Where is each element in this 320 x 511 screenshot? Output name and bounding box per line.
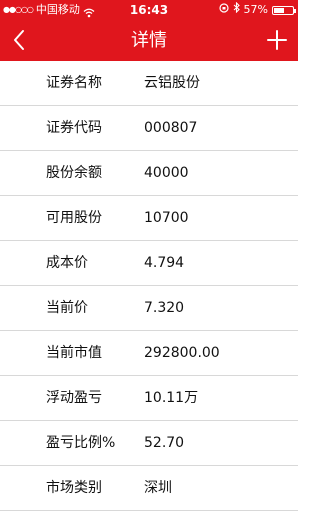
detail-label: 盈亏比例% bbox=[46, 435, 116, 451]
detail-label: 市场类别 bbox=[46, 480, 102, 496]
detail-row: 当前价 7.320 bbox=[0, 286, 298, 331]
detail-value: 深圳 bbox=[144, 480, 172, 496]
detail-label: 可用股份 bbox=[46, 210, 102, 226]
detail-list: 证券名称 云铝股份 证券代码 000807 股份余额 40000 可用股份 10… bbox=[0, 61, 298, 511]
detail-row: 可用股份 10700 bbox=[0, 196, 298, 241]
detail-label: 当前市值 bbox=[46, 345, 102, 361]
detail-row: 证券名称 云铝股份 bbox=[0, 61, 298, 106]
detail-value: 云铝股份 bbox=[144, 75, 200, 91]
detail-value: 7.320 bbox=[144, 300, 185, 316]
detail-value: 000807 bbox=[144, 120, 198, 136]
detail-row: 当前市值 292800.00 bbox=[0, 331, 298, 376]
detail-row: 盈亏比例% 52.70 bbox=[0, 421, 298, 466]
detail-label: 成本价 bbox=[46, 255, 88, 271]
plus-icon bbox=[267, 30, 287, 50]
bluetooth-icon bbox=[233, 0, 240, 20]
detail-row: 浮动盈亏 10.11万 bbox=[0, 376, 298, 421]
detail-value: 40000 bbox=[144, 165, 189, 181]
header: ●●○○○ 中国移动 16:43 57% 详情 bbox=[0, 0, 298, 61]
add-button[interactable] bbox=[262, 24, 292, 56]
detail-label: 股份余额 bbox=[46, 165, 102, 181]
detail-row: 成本价 4.794 bbox=[0, 241, 298, 286]
battery-percentage: 57% bbox=[243, 3, 268, 16]
detail-value: 52.70 bbox=[144, 435, 185, 451]
rotation-lock-icon bbox=[218, 0, 229, 20]
detail-label: 浮动盈亏 bbox=[46, 390, 102, 406]
page-title: 详情 bbox=[131, 30, 167, 51]
status-right: 57% bbox=[218, 0, 296, 20]
detail-label: 当前价 bbox=[46, 300, 88, 316]
battery-level bbox=[274, 7, 284, 13]
status-bar: ●●○○○ 中国移动 16:43 57% bbox=[0, 0, 298, 20]
detail-row: 股份余额 40000 bbox=[0, 151, 298, 196]
detail-value: 10.11万 bbox=[144, 390, 199, 406]
detail-value: 10700 bbox=[144, 210, 189, 226]
detail-row: 证券代码 000807 bbox=[0, 106, 298, 151]
detail-row: 市场类别 深圳 bbox=[0, 466, 298, 511]
detail-label: 证券名称 bbox=[46, 75, 102, 91]
battery-icon bbox=[272, 5, 296, 15]
detail-label: 证券代码 bbox=[46, 120, 102, 136]
detail-value: 4.794 bbox=[144, 255, 185, 271]
navigation-bar: 详情 bbox=[0, 20, 298, 61]
detail-value: 292800.00 bbox=[144, 345, 220, 361]
